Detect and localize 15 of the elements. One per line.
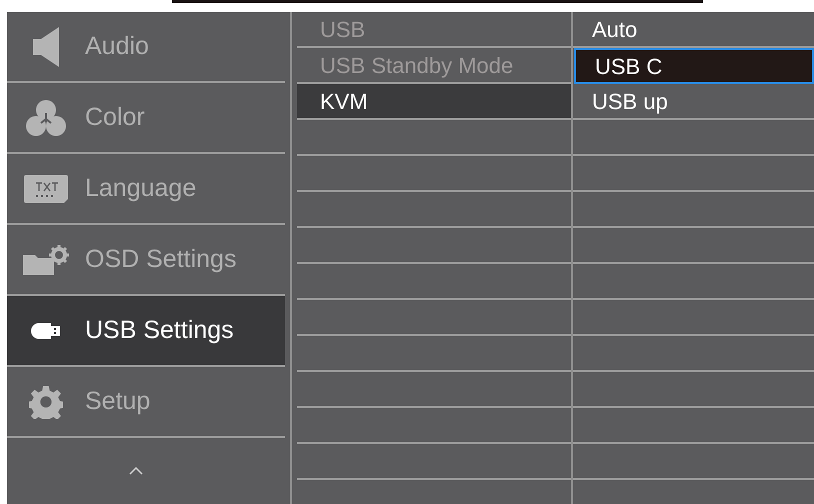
chevron-up-icon[interactable] [129,467,143,475]
menu-item[interactable]: USB Settings [7,296,285,367]
gear-icon [29,384,63,418]
color-circles-icon [26,98,66,136]
folder-gear-icon [23,244,69,274]
menu-item[interactable]: Setup [7,367,285,438]
option-item[interactable]: USB C [574,48,814,84]
menu-item[interactable]: Audio [7,12,285,83]
menu-item[interactable]: Color [7,83,285,154]
menu-item[interactable]: Language [7,154,285,225]
submenu-item[interactable]: KVM [297,84,571,120]
speaker-icon [33,26,59,66]
usb-stick-icon [31,322,61,338]
option-item[interactable]: USB up [573,84,814,120]
txt-icon [24,174,68,202]
